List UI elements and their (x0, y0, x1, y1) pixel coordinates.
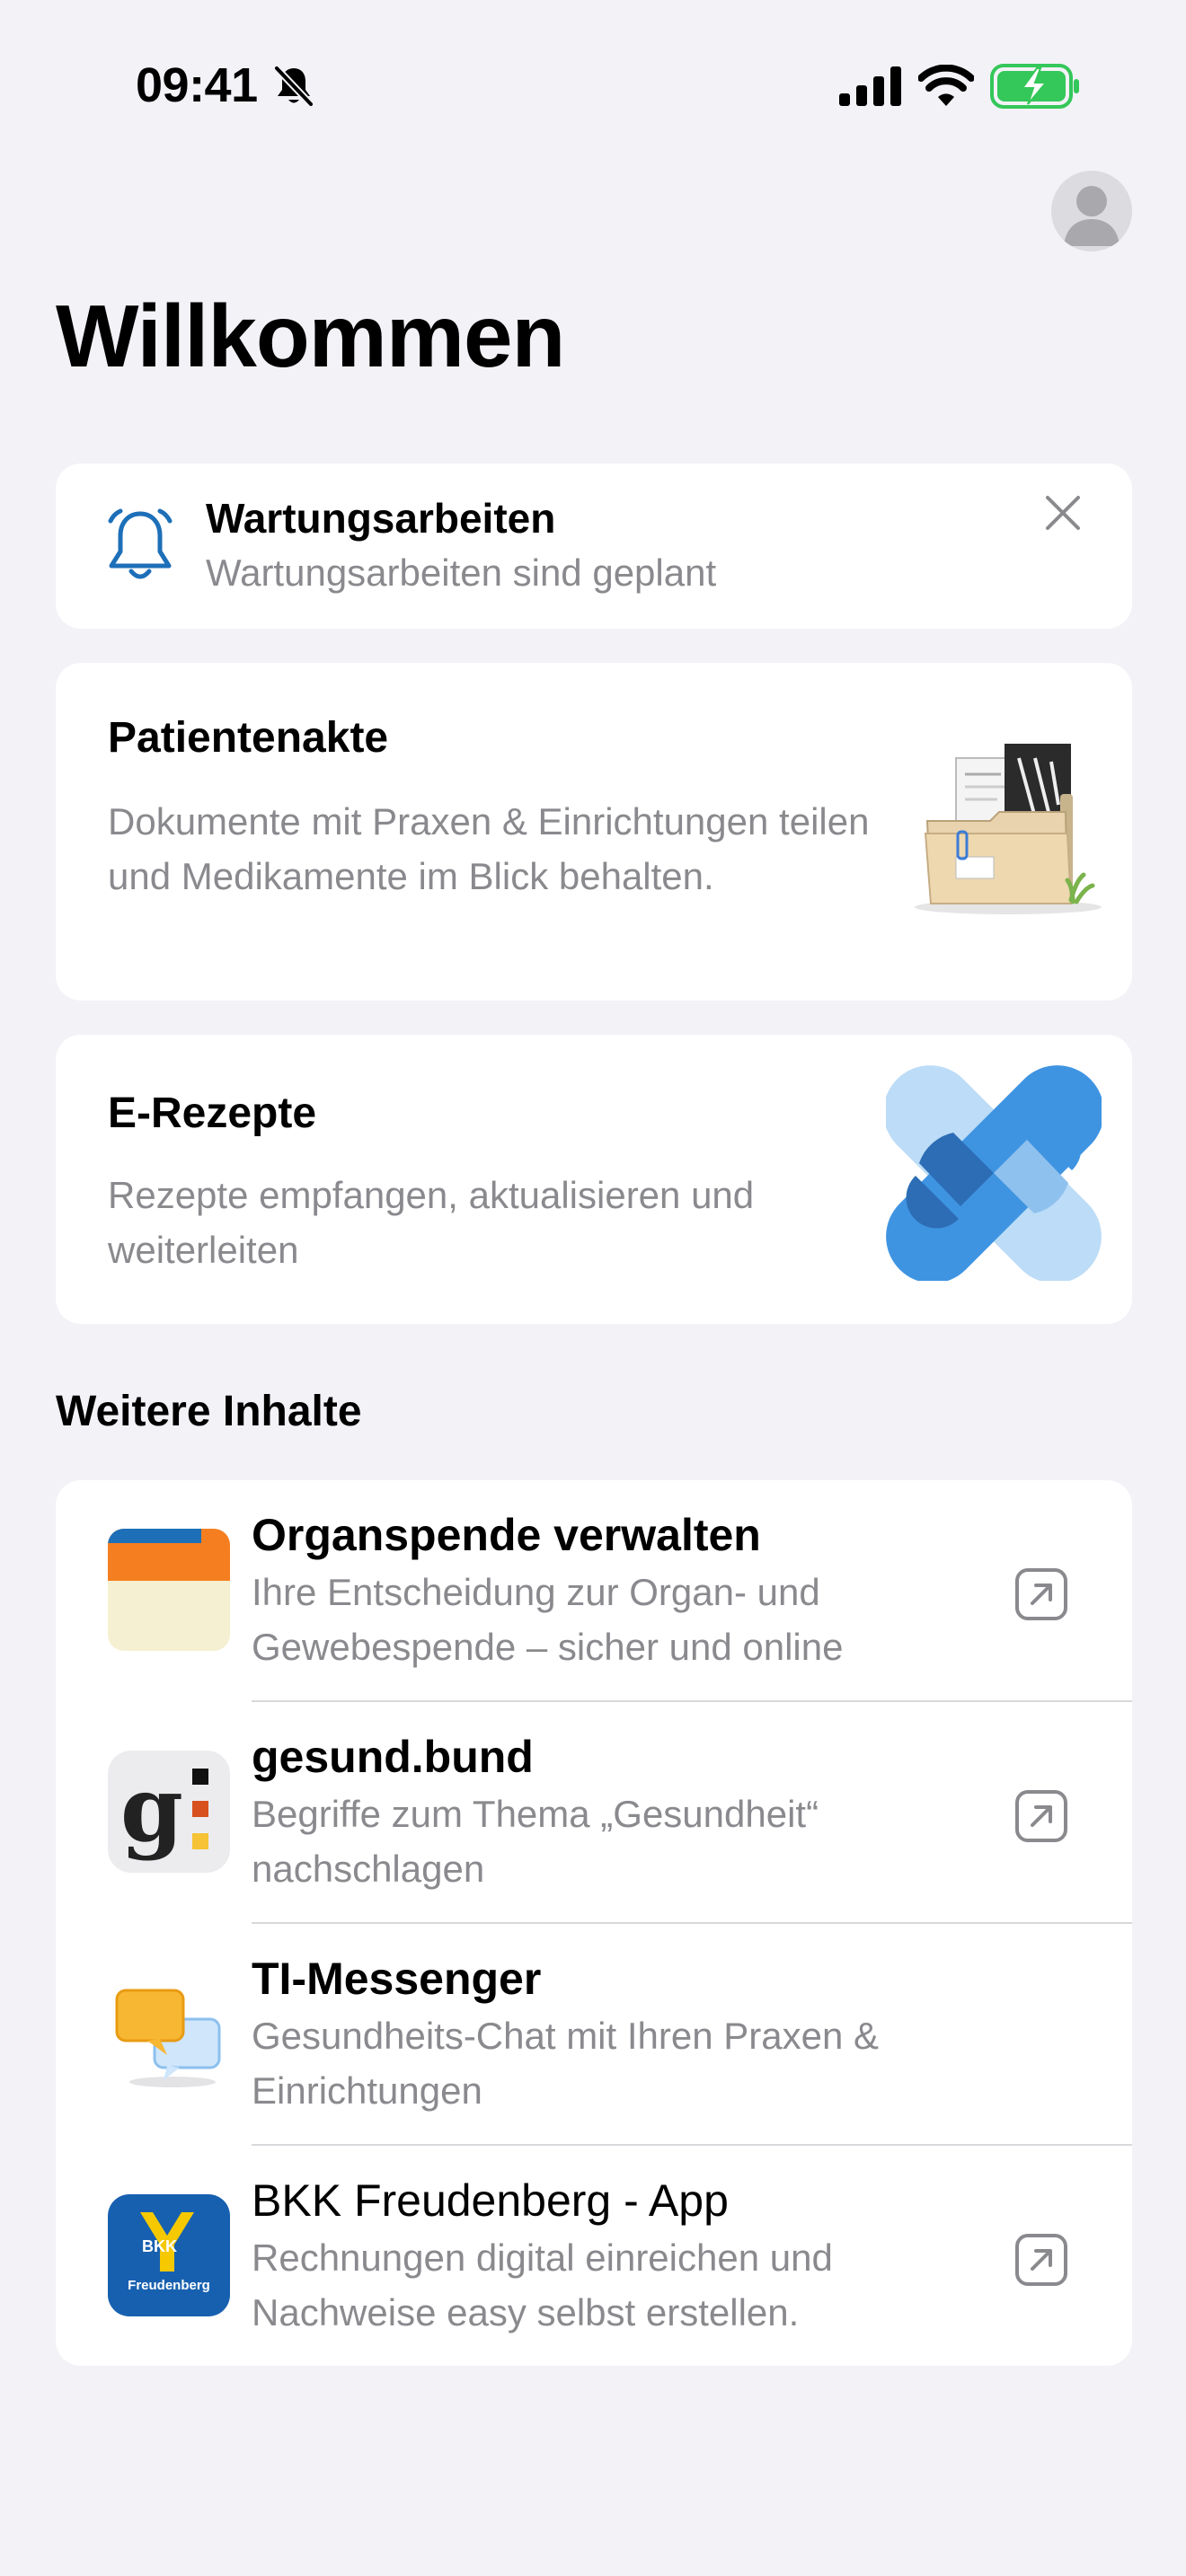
list-item-gesund-bund[interactable]: g gesund.bund Begriffe zum Thema „Gesund… (56, 1702, 1132, 1924)
patient-record-description: Dokumente mit Praxen & Einrichtungen tei… (108, 800, 870, 897)
list-item-ti-messenger[interactable]: TI-Messenger Gesundheits-Chat mit Ihren … (56, 1924, 1132, 2146)
list-item-organ-donation[interactable]: Organspende verwalten Ihre Entscheidung … (56, 1480, 1132, 1702)
e-prescriptions-title: E-Rezepte (108, 1090, 317, 1137)
bkk-freudenberg-title: BKK Freudenberg - App (252, 2175, 729, 2226)
list-item-bkk-freudenberg[interactable]: BKK Freudenberg BKK Freudenberg - App Re… (56, 2146, 1132, 2366)
bkk-freudenberg-description: Rechnungen digital einreichen und Nachwe… (252, 2236, 833, 2333)
svg-text:BKK: BKK (142, 2237, 177, 2255)
svg-text:g: g (120, 1756, 183, 1862)
organ-donation-icon (108, 1529, 230, 1651)
gesund-bund-logo: g (108, 1751, 230, 1873)
gesund-bund-title: gesund.bund (252, 1732, 534, 1782)
more-content-list: Organspende verwalten Ihre Entscheidung … (56, 1480, 1132, 2366)
gesund-bund-description: Begriffe zum Thema „Gesundheit“ nachschl… (252, 1793, 819, 1890)
page-title: Willkommen (56, 287, 565, 385)
chat-bubbles-icon (115, 1989, 221, 2087)
cellular-signal-icon (839, 66, 901, 106)
section-title-more: Weitere Inhalte (56, 1388, 362, 1435)
e-prescriptions-card[interactable]: E-Rezepte Rezepte empfangen, aktualisier… (56, 1035, 1132, 1324)
close-icon[interactable] (1040, 490, 1085, 535)
svg-text:Freudenberg: Freudenberg (128, 2278, 210, 2293)
notice-title: Wartungsarbeiten (206, 495, 556, 542)
screen: 09:41 Willkommen Wartungsarbeiten Wartun… (0, 0, 1186, 2576)
bkk-freudenberg-logo: BKK Freudenberg (108, 2194, 230, 2316)
patient-record-card[interactable]: Patientenakte Dokumente mit Praxen & Ein… (56, 663, 1132, 1001)
folder-documents-illustration (915, 744, 1102, 914)
bell-icon (108, 508, 173, 579)
notice-subtitle: Wartungsarbeiten sind geplant (206, 551, 717, 594)
external-link-icon[interactable] (1013, 2232, 1069, 2288)
external-link-icon[interactable] (1013, 1566, 1069, 1622)
ti-messenger-title: TI-Messenger (252, 1954, 542, 2004)
bandage-cross-illustration (886, 1065, 1102, 1281)
bell-slash-icon (274, 66, 314, 107)
e-prescriptions-description: Rezepte empfangen, aktualisieren und wei… (108, 1174, 755, 1271)
battery-charging-icon (990, 64, 1079, 109)
maintenance-notice[interactable]: Wartungsarbeiten Wartungsarbeiten sind g… (56, 463, 1132, 629)
ti-messenger-description: Gesundheits-Chat mit Ihren Praxen & Einr… (252, 2015, 880, 2112)
organ-donation-description: Ihre Entscheidung zur Organ- und Gewebes… (252, 1571, 844, 1668)
profile-avatar-button[interactable] (1051, 171, 1132, 251)
organ-donation-title: Organspende verwalten (252, 1510, 761, 1560)
status-time: 09:41 (136, 58, 258, 112)
patient-record-title: Patientenakte (108, 714, 389, 762)
wifi-icon (918, 65, 974, 106)
person-icon (1064, 186, 1120, 246)
external-link-icon[interactable] (1013, 1788, 1069, 1844)
